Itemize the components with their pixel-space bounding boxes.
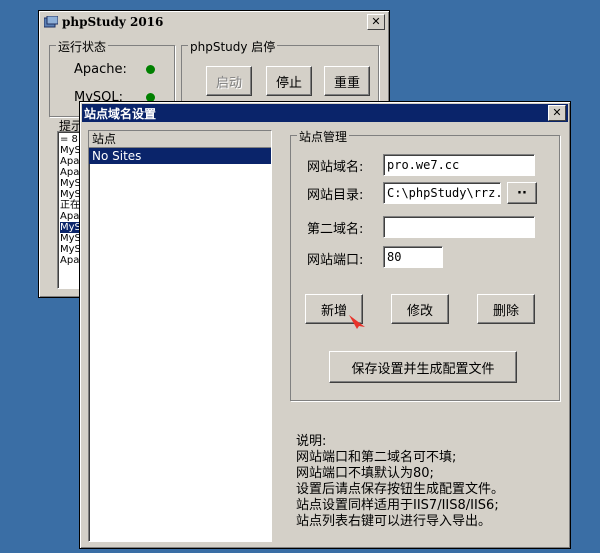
- port-label: 网站端口:: [307, 253, 364, 268]
- domain-label: 网站域名:: [307, 160, 364, 175]
- log-line: MyS: [60, 189, 81, 200]
- second-domain-label: 第二域名:: [307, 222, 364, 237]
- dialog-title: 站点域名设置: [84, 106, 157, 121]
- log-line: = 8: [60, 134, 78, 145]
- status-group-caption: 运行状态: [56, 38, 109, 55]
- directory-input[interactable]: C:\phpStudy\rrz.: [383, 182, 501, 204]
- apache-status-indicator: [146, 65, 155, 74]
- log-line: MyS: [60, 222, 81, 233]
- note-line: 设置后请点保存按钮生成配置文件。: [296, 482, 505, 497]
- site-list-item[interactable]: No Sites: [89, 148, 271, 164]
- log-line: Apa: [60, 167, 80, 178]
- note-line: 网站端口不填默认为80;: [296, 466, 434, 481]
- second-domain-input[interactable]: [383, 216, 535, 238]
- log-line: 正在: [60, 200, 80, 211]
- delete-site-button[interactable]: 删除: [477, 294, 535, 324]
- site-list[interactable]: 站点 No Sites: [88, 130, 272, 542]
- notes-block: 说明: 网站端口和第二域名可不填; 网站端口不填默认为80; 设置后请点保存按钮…: [296, 434, 504, 530]
- log-line: Apa: [60, 211, 80, 222]
- log-line: Apa: [60, 255, 80, 266]
- log-line: MyS: [60, 178, 81, 189]
- note-line: 站点列表右键可以进行导入导出。: [296, 514, 492, 529]
- domain-input[interactable]: pro.we7.cc: [383, 154, 535, 176]
- log-line: Apa: [60, 156, 80, 167]
- mouse-cursor-icon: [348, 314, 368, 330]
- main-close-button[interactable]: ✕: [367, 14, 385, 30]
- note-line: 网站端口和第二域名可不填;: [296, 450, 457, 465]
- site-domain-dialog: 站点域名设置 ✕ 站点 No Sites 站点管理 网站域名: pro.we7.…: [79, 101, 571, 549]
- dialog-titlebar[interactable]: 站点域名设置 ✕: [82, 104, 568, 122]
- main-title: phpStudy 2016: [62, 15, 164, 29]
- directory-label: 网站目录:: [307, 188, 364, 203]
- main-titlebar[interactable]: phpStudy 2016 ✕: [41, 13, 387, 31]
- note-line: 说明:: [296, 434, 327, 449]
- modify-site-button[interactable]: 修改: [391, 294, 449, 324]
- apache-label: Apache:: [74, 62, 127, 77]
- site-management-caption: 站点管理: [297, 128, 350, 145]
- app-icon: [43, 15, 59, 28]
- site-list-header[interactable]: 站点: [89, 131, 271, 148]
- port-input[interactable]: 80: [383, 246, 443, 268]
- dialog-close-button[interactable]: ✕: [548, 105, 566, 121]
- start-button[interactable]: 启动: [206, 66, 252, 96]
- log-list[interactable]: = 8 MyS Apa Apa MyS MyS 正在 Apa MyS MyS MyS Apa: [57, 131, 81, 289]
- log-line: MyS: [60, 233, 81, 244]
- save-config-button[interactable]: 保存设置并生成配置文件: [329, 351, 517, 383]
- log-line: MyS: [60, 244, 81, 255]
- log-line: MyS: [60, 145, 81, 156]
- control-group-caption: phpStudy 启停: [188, 38, 278, 55]
- browse-directory-button[interactable]: ··: [507, 182, 537, 204]
- restart-button[interactable]: 重重: [324, 66, 370, 96]
- stop-button[interactable]: 停止: [266, 66, 312, 96]
- site-management-group: 站点管理 网站域名: pro.we7.cc 网站目录: C:\phpStudy\…: [290, 128, 560, 401]
- note-line: 站点设置同样适用于IIS7/IIS8/IIS6;: [296, 498, 499, 513]
